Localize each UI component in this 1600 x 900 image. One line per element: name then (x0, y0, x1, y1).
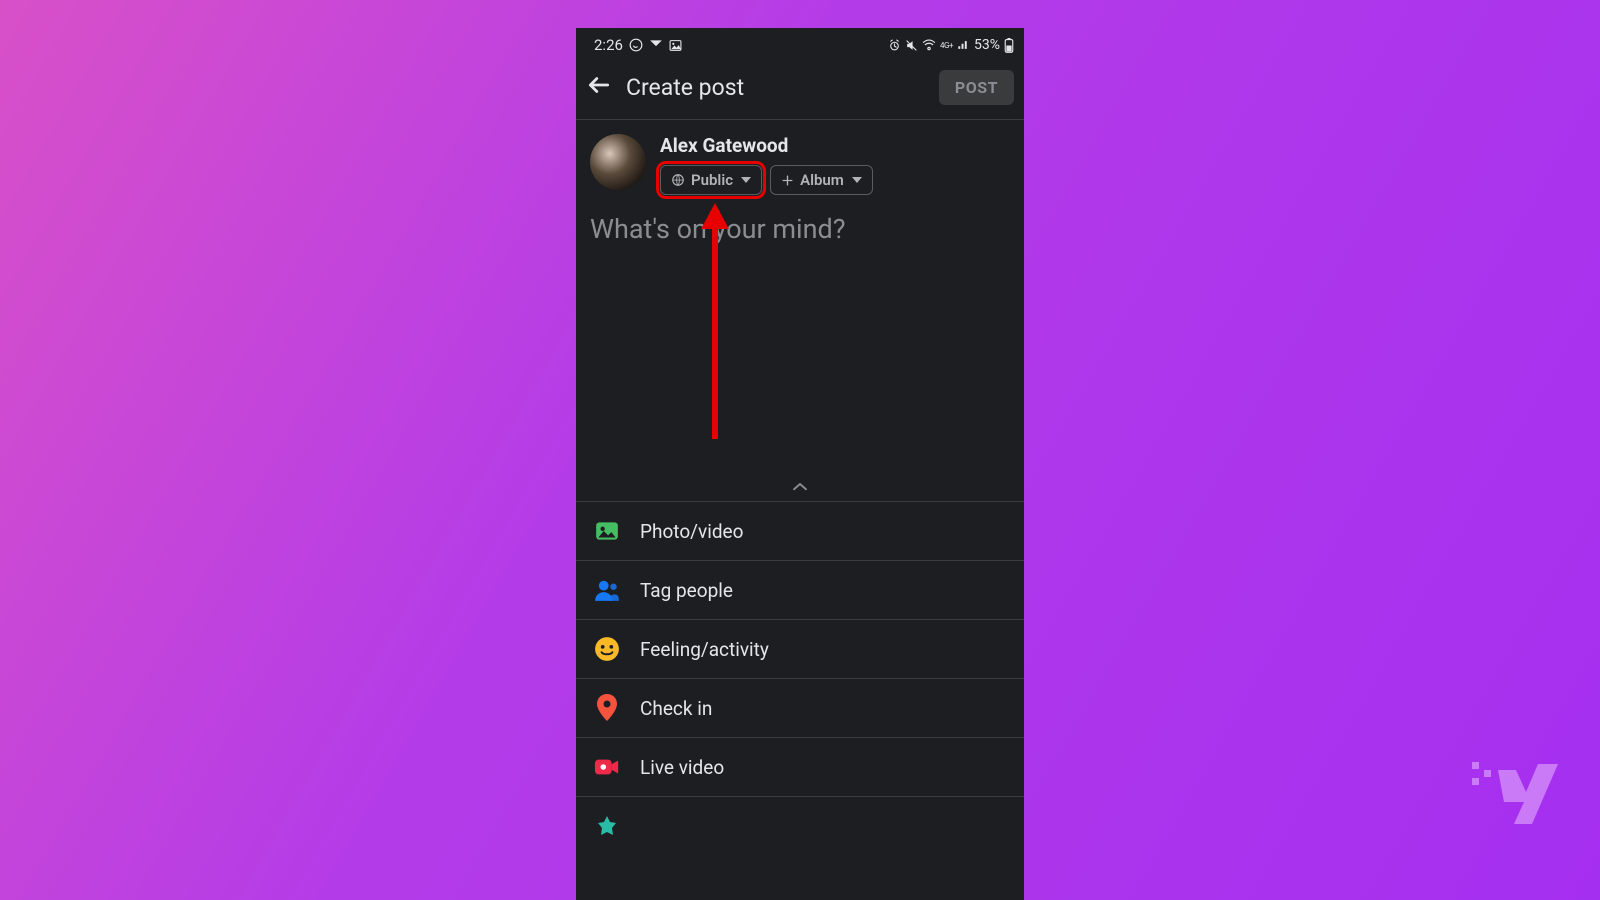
post-composer[interactable]: What's on your mind? (576, 195, 1024, 473)
composer-placeholder: What's on your mind? (590, 213, 846, 245)
feeling-icon (594, 636, 620, 662)
globe-icon (671, 173, 685, 187)
option-label: Tag people (640, 579, 733, 602)
lte-indicator: 4G+ (940, 41, 953, 50)
option-feeling-activity[interactable]: Feeling/activity (576, 620, 1024, 679)
chevron-down-icon (741, 177, 751, 183)
chevron-down-icon (852, 177, 862, 183)
composer-author-row: Alex Gatewood Public Album (576, 120, 1024, 195)
option-check-in[interactable]: Check in (576, 679, 1024, 738)
mute-icon (905, 39, 918, 52)
signal-icon (957, 39, 970, 51)
background-color-icon (594, 813, 620, 839)
option-label: Live video (640, 756, 724, 779)
location-pin-icon (594, 695, 620, 721)
post-button-label: POST (955, 78, 998, 97)
page-title: Create post (626, 74, 744, 101)
avatar[interactable] (590, 134, 646, 190)
wifi-icon (922, 39, 936, 51)
watermark-logo (1470, 756, 1560, 840)
alarm-icon (888, 39, 901, 52)
option-label: Check in (640, 697, 712, 720)
audience-label: Public (691, 171, 733, 189)
chevron-up-icon (791, 481, 809, 493)
option-more[interactable] (576, 797, 1024, 869)
album-selector[interactable]: Album (770, 165, 873, 195)
option-label: Photo/video (640, 520, 743, 543)
battery-icon (1004, 38, 1014, 53)
battery-percent: 53% (974, 37, 1000, 53)
option-label: Feeling/activity (640, 638, 769, 661)
tag-people-icon (594, 577, 620, 603)
photo-video-icon (594, 518, 620, 544)
expand-options-handle[interactable] (576, 473, 1024, 502)
status-time: 2:26 (594, 36, 623, 54)
status-bar: 2:26 (576, 28, 1024, 58)
option-live-video[interactable]: Live video (576, 738, 1024, 797)
album-label: Album (800, 171, 844, 189)
whatsapp-icon (629, 38, 643, 52)
author-name: Alex Gatewood (660, 134, 873, 157)
option-tag-people[interactable]: Tag people (576, 561, 1024, 620)
option-photo-video[interactable]: Photo/video (576, 502, 1024, 561)
message-icon (649, 39, 663, 51)
plus-icon (781, 174, 794, 187)
phone-frame: 2:26 (576, 28, 1024, 900)
post-button[interactable]: POST (939, 70, 1014, 105)
live-video-icon (594, 754, 620, 780)
picture-icon (669, 39, 682, 52)
gradient-background: 2:26 (0, 0, 1600, 900)
back-button[interactable] (586, 72, 612, 103)
audience-selector[interactable]: Public (660, 165, 762, 195)
page-header: Create post POST (576, 58, 1024, 120)
